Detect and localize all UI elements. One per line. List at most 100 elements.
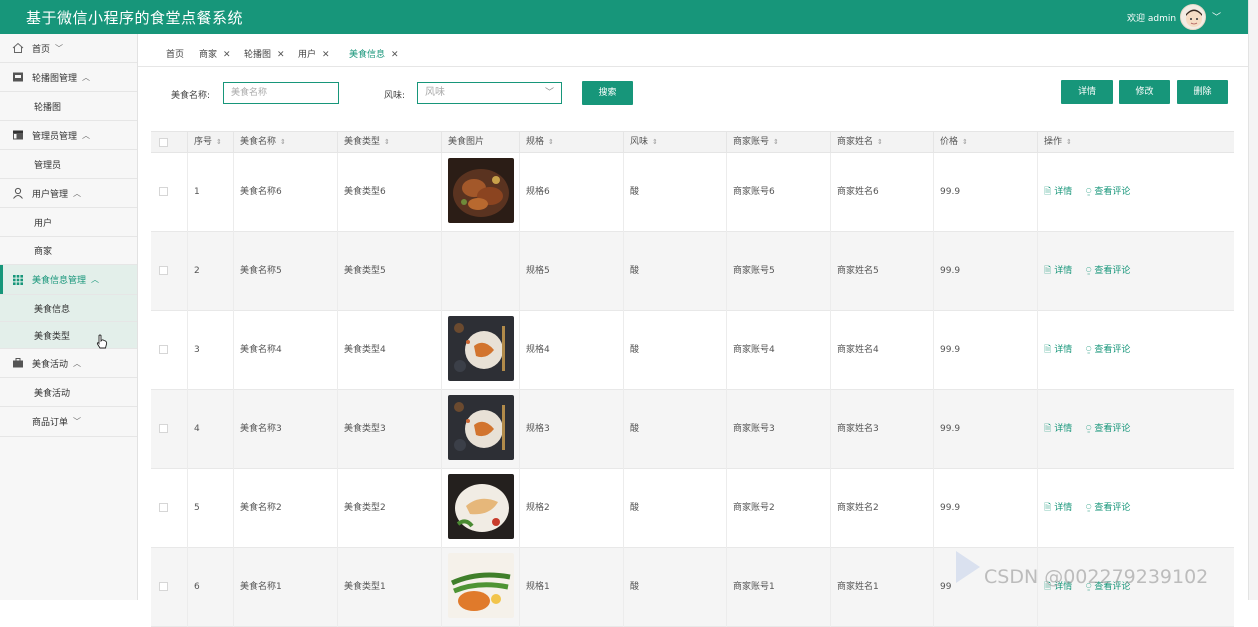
tab-carousel[interactable]: 轮播图 ✕ <box>244 47 285 60</box>
sidebar-group-carousel[interactable]: 轮播图管理 ︿ <box>0 63 137 92</box>
sidebar-group-activity[interactable]: 美食活动 ︿ <box>0 349 137 378</box>
review-user-icon: ⍜ <box>1086 424 1092 434</box>
select-all-cell <box>151 132 188 154</box>
user-menu-chevron-icon[interactable]: ﹀ <box>1212 10 1221 23</box>
link-label: 查看评论 <box>1094 345 1131 355</box>
cell-merchant: 商家姓名2 <box>831 469 934 548</box>
sidebar-item-label: 轮播图管理 <box>32 73 78 84</box>
avatar[interactable] <box>1180 4 1206 30</box>
row-review-link[interactable]: ⍜ 查看评论 <box>1086 469 1130 548</box>
detail-button[interactable]: 详情 <box>1061 80 1113 104</box>
cell-type: 美食类型6 <box>338 153 442 232</box>
row-detail-link[interactable]: 🗎 详情 <box>1044 153 1072 232</box>
tab-label: 美食信息 <box>349 50 386 60</box>
home-icon <box>12 42 24 53</box>
sidebar-item-carousel[interactable]: 轮播图 <box>0 92 137 121</box>
layout-icon <box>13 130 23 140</box>
table-header: 序号 ⇕ 美食名称 ⇕ 美食类型 ⇕ 美食图片 规格 ⇕ 风味 ⇕ 商家账号 ⇕ 商家姓名 ⇕… <box>151 131 1234 154</box>
sidebar-item-label: 商品订单 <box>32 418 69 428</box>
tab-home[interactable]: 首页 <box>166 47 184 60</box>
cell-flavor: 酸 <box>624 390 727 469</box>
sort-icon: ⇕ <box>1066 138 1072 146</box>
tab-food-info[interactable]: 美食信息 ✕ <box>349 47 399 60</box>
cell-type: 美食类型1 <box>338 548 442 627</box>
row-checkbox[interactable] <box>159 266 168 275</box>
sidebar-group-users[interactable]: 用户管理 ︿ <box>0 179 137 208</box>
cell-spec: 规格6 <box>520 153 624 232</box>
cell-merchant: 商家姓名1 <box>831 548 934 627</box>
sidebar-item-food-type[interactable]: 美食类型 <box>0 322 137 349</box>
table-row[interactable]: 4 美食名称3 美食类型3 规格3 酸商家账号3 商家姓名3 99.9 🗎 详情 ⍜ 查看评论 <box>151 390 1234 469</box>
chevron-down-icon: ﹀ <box>544 88 554 98</box>
column-header[interactable]: 美食类型 ⇕ <box>338 132 442 154</box>
flavor-select[interactable]: 风味 ﹀ <box>417 82 562 104</box>
sort-icon: ⇕ <box>962 138 968 146</box>
sort-icon: ⇕ <box>384 138 390 146</box>
row-review-link[interactable]: ⍜ 查看评论 <box>1086 311 1130 390</box>
row-detail-link[interactable]: 🗎 详情 <box>1044 390 1072 469</box>
cell-type: 美食类型2 <box>338 469 442 548</box>
link-label: 详情 <box>1054 187 1073 197</box>
sidebar-item-admin[interactable]: 管理员 <box>0 150 137 179</box>
active-indicator <box>0 265 3 294</box>
tab-merchant[interactable]: 商家 ✕ <box>199 47 231 60</box>
chevron-down-icon: ﹀ <box>73 417 82 426</box>
food-image <box>448 553 514 618</box>
close-icon[interactable]: ✕ <box>277 50 285 60</box>
sidebar-group-admin[interactable]: 管理员管理 ︿ <box>0 121 137 150</box>
sidebar-item-merchant[interactable]: 商家 <box>0 237 137 265</box>
sidebar-item-activity[interactable]: 美食活动 <box>0 378 137 407</box>
column-header[interactable]: 商家账号 ⇕ <box>727 132 831 154</box>
column-header[interactable]: 商家姓名 ⇕ <box>831 132 934 154</box>
row-checkbox[interactable] <box>159 424 168 433</box>
cell-flavor: 酸 <box>624 311 727 390</box>
cell-type: 美食类型5 <box>338 232 442 311</box>
blank-icon <box>12 416 24 428</box>
cell-name: 美食名称4 <box>234 311 338 390</box>
window-scrollbar[interactable] <box>1248 0 1258 600</box>
table-row[interactable]: 5 美食名称2 美食类型2 规格2 酸商家账号2 商家姓名2 99.9 🗎 详情 ⍜ 查看评论 <box>151 469 1234 548</box>
row-checkbox[interactable] <box>159 345 168 354</box>
row-checkbox[interactable] <box>159 187 168 196</box>
grid-icon <box>13 274 23 285</box>
tab-user[interactable]: 用户 ✕ <box>298 47 330 60</box>
tab-label: 用户 <box>298 50 317 60</box>
cell-price: 99.9 <box>934 153 1038 232</box>
table-row[interactable]: 2 美食名称5 美食类型5 规格5 酸商家账号5 商家姓名5 99.9 🗎 详情 ⍜ 查看评论 <box>151 232 1234 311</box>
column-header[interactable]: 美食名称 ⇕ <box>234 132 338 154</box>
sidebar-group-food-info[interactable]: 美食信息管理 ︿ <box>0 265 137 295</box>
food-name-input[interactable]: 美食名称 <box>223 82 339 104</box>
row-detail-link[interactable]: 🗎 详情 <box>1044 469 1072 548</box>
flavor-select-placeholder: 风味 <box>425 87 445 98</box>
sidebar-item-label: 管理员 <box>34 160 62 171</box>
select-all-checkbox[interactable] <box>159 138 168 147</box>
close-icon[interactable]: ✕ <box>322 50 330 60</box>
row-review-link[interactable]: ⍜ 查看评论 <box>1086 390 1130 469</box>
row-review-link[interactable]: ⍜ 查看评论 <box>1086 232 1130 311</box>
close-icon[interactable]: ✕ <box>391 50 399 60</box>
close-icon[interactable]: ✕ <box>223 50 231 60</box>
link-label: 查看评论 <box>1094 187 1131 197</box>
row-checkbox[interactable] <box>159 582 168 591</box>
column-header[interactable]: 价格 ⇕ <box>934 132 1038 154</box>
delete-button[interactable]: 删除 <box>1177 80 1228 104</box>
column-header[interactable]: 美食图片 <box>442 132 520 154</box>
table-row[interactable]: 3 美食名称4 美食类型4 规格4 酸商家账号4 商家姓名4 99.9 🗎 详情 ⍜ 查看评论 <box>151 311 1234 390</box>
sidebar-item-user[interactable]: 用户 <box>0 208 137 237</box>
sidebar-item-home[interactable]: 首页 ﹀ <box>0 34 137 63</box>
link-label: 详情 <box>1054 266 1073 276</box>
column-header[interactable]: 风味 ⇕ <box>624 132 727 154</box>
edit-button[interactable]: 修改 <box>1119 80 1170 104</box>
row-review-link[interactable]: ⍜ 查看评论 <box>1086 153 1130 232</box>
table-row[interactable]: 1 美食名称6 美食类型6 规格6 酸商家账号6 商家姓名6 99.9 🗎 详情 ⍜ 查看评论 <box>151 153 1234 232</box>
column-header[interactable]: 序号 ⇕ <box>188 132 234 154</box>
row-checkbox[interactable] <box>159 503 168 512</box>
row-detail-link[interactable]: 🗎 详情 <box>1044 232 1072 311</box>
column-header[interactable]: 操作 ⇕ <box>1038 132 1234 154</box>
sidebar-item-food-info[interactable]: 美食信息 <box>0 295 137 322</box>
sidebar-group-orders[interactable]: 商品订单 ﹀ <box>0 407 137 437</box>
operations-cell: 🗎 详情 ⍜ 查看评论 <box>1038 311 1234 390</box>
search-button[interactable]: 搜索 <box>582 81 633 105</box>
row-detail-link[interactable]: 🗎 详情 <box>1044 311 1072 390</box>
column-header[interactable]: 规格 ⇕ <box>520 132 624 154</box>
